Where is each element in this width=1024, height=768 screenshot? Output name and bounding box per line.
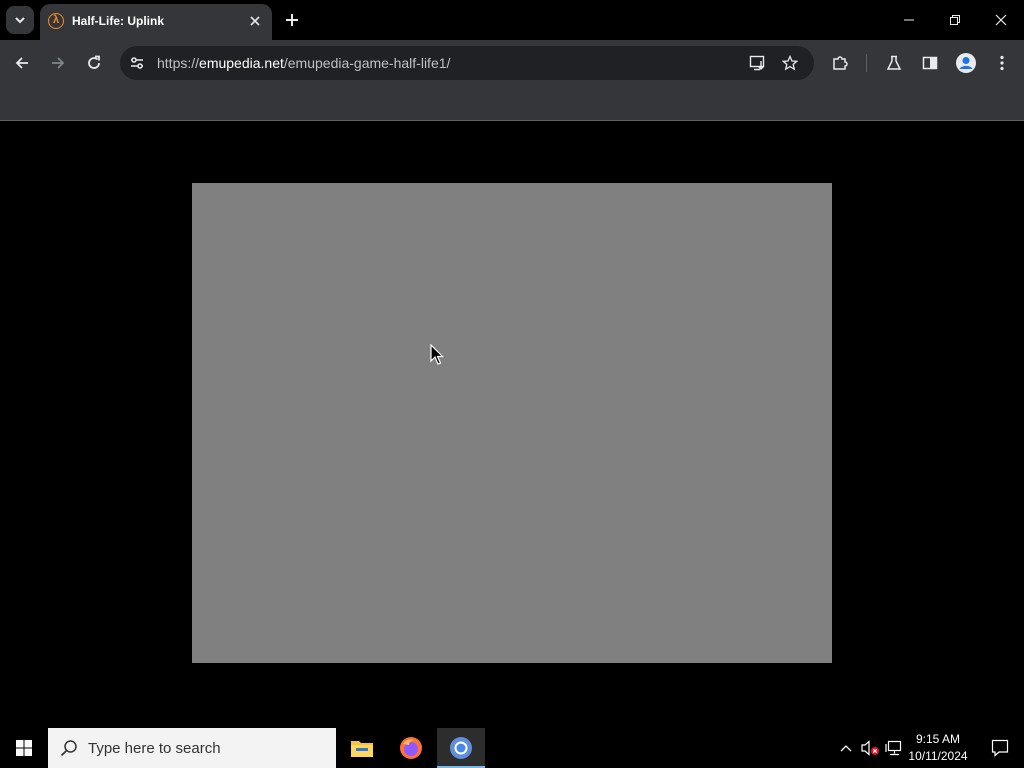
taskbar-chrome[interactable] [437, 728, 485, 768]
install-app-button[interactable] [746, 51, 770, 75]
kebab-menu-icon [1000, 55, 1004, 71]
minimize-icon [904, 19, 914, 21]
site-info-button[interactable] [125, 51, 149, 75]
chrome-icon [450, 737, 472, 759]
side-panel-button[interactable] [918, 51, 942, 75]
taskbar-file-explorer[interactable] [338, 728, 386, 768]
tab-strip: λ Half-Life: Uplink [0, 0, 1024, 40]
taskbar-search-box[interactable]: Type here to search [48, 728, 336, 768]
reload-button[interactable] [82, 51, 106, 75]
browser-toolbar: https://emupedia.net/emupedia-game-half-… [0, 40, 1024, 86]
notification-icon [991, 739, 1009, 757]
tab-title: Half-Life: Uplink [72, 14, 164, 28]
lambda-icon: λ [48, 13, 64, 29]
install-icon [749, 55, 765, 71]
clock-date: 10/11/2024 [908, 749, 968, 763]
network-button[interactable] [884, 738, 904, 758]
firefox-icon [400, 737, 422, 759]
flask-icon [886, 55, 902, 70]
toolbar-divider [866, 54, 867, 72]
url-text[interactable]: https://emupedia.net/emupedia-game-half-… [157, 55, 450, 71]
tab-close-button[interactable] [246, 12, 264, 30]
active-tab[interactable]: λ Half-Life: Uplink [40, 4, 272, 40]
start-button[interactable] [0, 728, 48, 768]
taskbar-clock[interactable]: 9:15 AM 10/11/2024 [902, 731, 974, 765]
restore-button[interactable] [932, 0, 978, 40]
reload-icon [88, 55, 100, 69]
side-panel-icon [922, 56, 938, 70]
network-icon [885, 740, 902, 756]
mouse-cursor-icon [430, 344, 444, 365]
taskbar-firefox[interactable] [387, 728, 435, 768]
restore-icon [950, 15, 960, 25]
windows-logo-icon [16, 740, 32, 756]
clock-time: 9:15 AM [915, 732, 961, 746]
address-bar[interactable]: https://emupedia.net/emupedia-game-half-… [120, 46, 814, 80]
game-canvas[interactable] [192, 183, 832, 663]
puzzle-icon [833, 56, 848, 70]
arrow-left-icon [15, 57, 28, 69]
chevron-down-icon [15, 17, 25, 24]
menu-button[interactable] [990, 51, 1014, 75]
tab-search-button[interactable] [6, 6, 34, 34]
back-button[interactable] [10, 51, 34, 75]
extensions-button[interactable] [828, 51, 852, 75]
show-hidden-icons-button[interactable] [836, 738, 856, 758]
notifications-button[interactable] [980, 728, 1020, 768]
close-window-button[interactable] [978, 0, 1024, 40]
search-icon [60, 740, 77, 757]
minimize-button[interactable] [886, 0, 932, 40]
bookmark-button[interactable] [778, 51, 802, 75]
page-content [0, 121, 1024, 728]
star-icon [782, 55, 798, 71]
file-explorer-icon [351, 741, 373, 757]
labs-button[interactable] [882, 51, 906, 75]
tune-icon [131, 57, 143, 69]
bookmarks-bar [0, 86, 1024, 121]
volume-button[interactable] [860, 738, 880, 758]
close-icon [995, 14, 1007, 26]
plus-icon [286, 14, 298, 26]
profile-icon [956, 53, 976, 73]
forward-button[interactable] [46, 51, 70, 75]
taskbar: Type here to search 9:15 AM 10/11/2024 [0, 728, 1024, 768]
chevron-up-icon [840, 745, 852, 752]
search-placeholder: Type here to search [88, 740, 221, 757]
profile-button[interactable] [954, 51, 978, 75]
close-icon [250, 16, 260, 26]
volume-muted-icon [861, 740, 879, 756]
new-tab-button[interactable] [280, 8, 304, 32]
arrow-right-icon [52, 57, 65, 69]
